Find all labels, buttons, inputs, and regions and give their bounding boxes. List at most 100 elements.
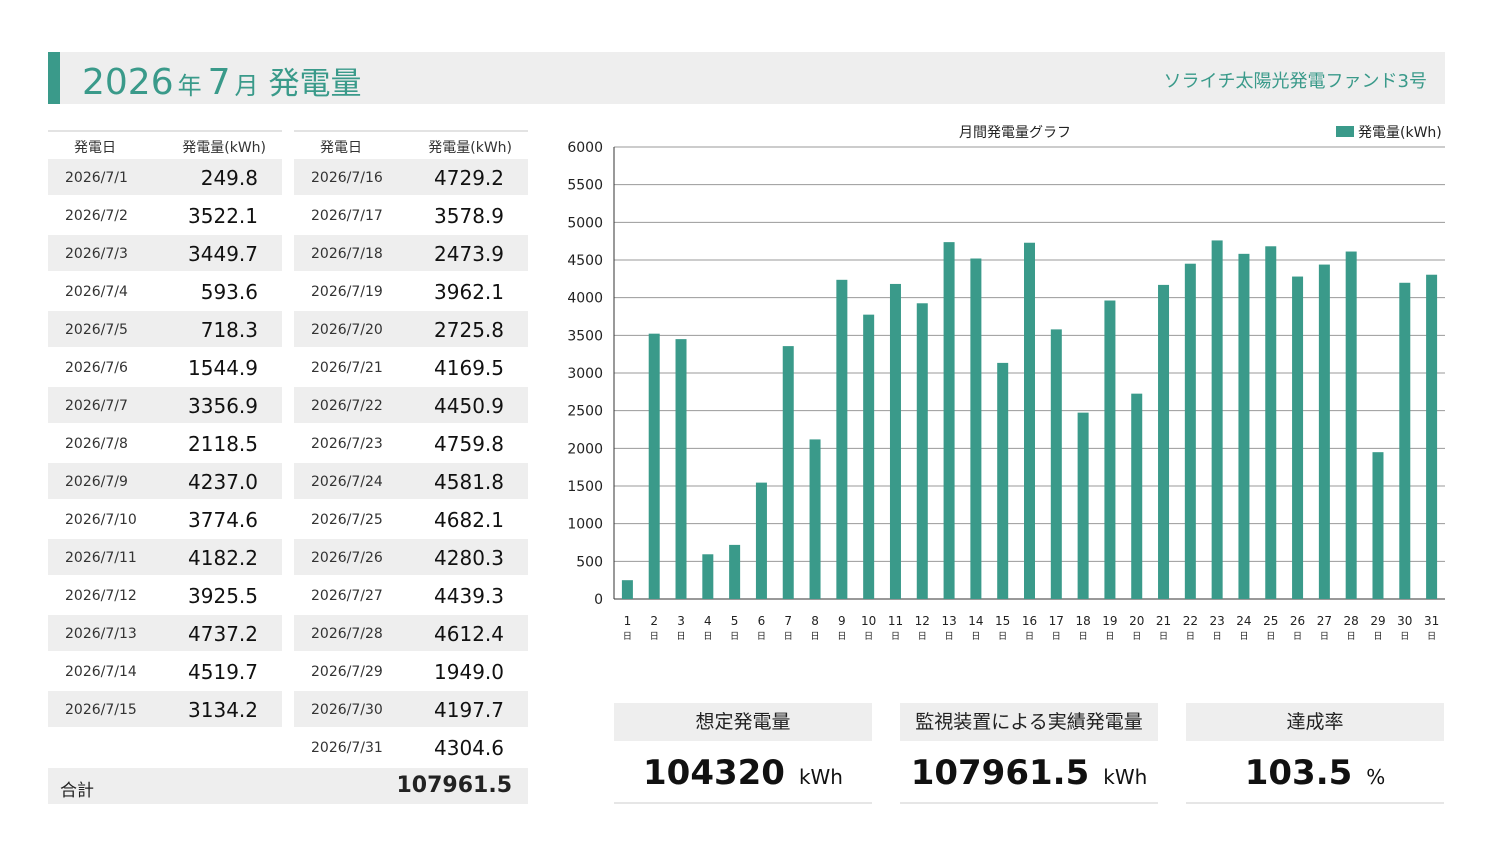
- row-date: 2026/7/24: [311, 474, 383, 490]
- table-row: 2026/7/19 3962.1: [294, 273, 528, 311]
- x-tick-day-suffix: 日: [1105, 631, 1114, 642]
- row-date: 2026/7/18: [311, 246, 383, 262]
- x-tick-label: 24: [1236, 614, 1251, 628]
- x-tick-label: 2: [650, 614, 658, 628]
- x-tick-day-suffix: 日: [891, 631, 900, 642]
- total-row: 合計 107961.5: [48, 768, 528, 804]
- actual-unit: kWh: [1103, 765, 1148, 789]
- x-tick-day-suffix: 日: [998, 631, 1007, 642]
- row-date: 2026/7/21: [311, 360, 383, 376]
- x-tick-label: 16: [1022, 614, 1037, 628]
- bar: [889, 283, 901, 599]
- row-value: 4729.2: [434, 166, 504, 190]
- row-date: 2026/7/20: [311, 322, 383, 338]
- page-header: 2026 年 7 月発電量 ソライチ太陽光発電ファンド3号: [48, 52, 1445, 104]
- header-accent-bar: [48, 52, 60, 104]
- col-date-header: 発電日: [320, 140, 362, 156]
- x-tick-day-suffix: 日: [1347, 631, 1356, 642]
- row-date: 2026/7/28: [311, 626, 383, 642]
- row-value: 4759.8: [434, 432, 504, 456]
- row-value: 3522.1: [188, 204, 258, 228]
- x-tick-day-suffix: 日: [1159, 631, 1168, 642]
- title-year-unit: 年: [177, 72, 202, 100]
- x-tick-day-suffix: 日: [1213, 631, 1222, 642]
- row-value: 4237.0: [188, 470, 258, 494]
- title-year: 2026: [82, 62, 174, 103]
- bar: [916, 303, 928, 599]
- bar: [1050, 329, 1062, 599]
- x-tick-label: 11: [888, 614, 903, 628]
- x-tick-day-suffix: 日: [837, 631, 846, 642]
- x-tick-day-suffix: 日: [1132, 631, 1141, 642]
- rate-label: 達成率: [1186, 703, 1444, 741]
- bar: [1131, 393, 1143, 599]
- row-value: 3134.2: [188, 698, 258, 722]
- row-value: 4682.1: [434, 508, 504, 532]
- expected-value: 104320: [643, 753, 785, 793]
- x-tick-label: 27: [1317, 614, 1332, 628]
- x-tick-day-suffix: 日: [1373, 631, 1382, 642]
- y-tick-label: 1500: [567, 479, 603, 495]
- x-tick-label: 15: [995, 614, 1010, 628]
- table-row: 2026/7/20 2725.8: [294, 311, 528, 349]
- bar: [1372, 452, 1384, 599]
- daily-table-left: 発電日 発電量(kWh) 2026/7/1 249.8 2026/7/2 3522.1…: [48, 130, 282, 767]
- x-tick-label: 17: [1049, 614, 1064, 628]
- table-row: 2026/7/25 4682.1: [294, 501, 528, 539]
- actual-generation-box: 監視装置による実績発電量 107961.5 kWh: [900, 703, 1158, 804]
- bar: [863, 314, 875, 599]
- x-tick-label: 29: [1370, 614, 1385, 628]
- row-date: 2026/7/9: [65, 474, 128, 490]
- col-value-header: 発電量(kWh): [428, 140, 512, 156]
- x-tick-day-suffix: 日: [1186, 631, 1195, 642]
- bar: [1426, 274, 1438, 599]
- table-row: 2026/7/22 4450.9: [294, 387, 528, 425]
- x-tick-label: 31: [1424, 614, 1439, 628]
- y-tick-label: 3000: [567, 366, 603, 382]
- achievement-rate-box: 達成率 103.5%: [1186, 703, 1444, 804]
- table-row: 2026/7/26 4280.3: [294, 539, 528, 577]
- bar: [1211, 240, 1223, 599]
- y-tick-label: 4000: [567, 291, 603, 307]
- x-tick-label: 12: [915, 614, 930, 628]
- x-tick-day-suffix: 日: [1052, 631, 1061, 642]
- y-tick-label: 6000: [567, 140, 603, 156]
- x-tick-day-suffix: 日: [1266, 631, 1275, 642]
- bar: [970, 258, 982, 599]
- row-value: 4169.5: [434, 356, 504, 380]
- row-date: 2026/7/31: [311, 740, 383, 756]
- daily-table-right: 発電日 発電量(kWh) 2026/7/16 4729.2 2026/7/17 357…: [294, 130, 528, 767]
- x-tick-day-suffix: 日: [945, 631, 954, 642]
- row-value: 2473.9: [434, 242, 504, 266]
- bar: [1238, 253, 1250, 599]
- x-tick-day-suffix: 日: [1239, 631, 1248, 642]
- bar: [1077, 412, 1089, 599]
- row-date: 2026/7/6: [65, 360, 128, 376]
- x-tick-day-suffix: 日: [623, 631, 632, 642]
- x-tick-label: 7: [784, 614, 792, 628]
- row-value: 4581.8: [434, 470, 504, 494]
- chart-title: 月間発電量グラフ: [959, 125, 1071, 141]
- title-month: 7: [207, 62, 231, 103]
- row-date: 2026/7/2: [65, 208, 128, 224]
- bar: [809, 439, 821, 599]
- row-value: 3449.7: [188, 242, 258, 266]
- bar: [702, 554, 714, 599]
- table-row: 2026/7/3 3449.7: [48, 235, 282, 273]
- table-header: 発電日 発電量(kWh): [294, 130, 528, 159]
- bar: [836, 279, 848, 599]
- row-value: 3774.6: [188, 508, 258, 532]
- x-tick-day-suffix: 日: [864, 631, 873, 642]
- row-value: 2118.5: [188, 432, 258, 456]
- expected-label: 想定発電量: [614, 703, 872, 741]
- x-tick-day-suffix: 日: [1293, 631, 1302, 642]
- table-row: 2026/7/15 3134.2: [48, 691, 282, 729]
- legend-swatch: [1336, 126, 1354, 137]
- x-tick-label: 8: [811, 614, 819, 628]
- row-date: 2026/7/16: [311, 170, 383, 186]
- table-row: 2026/7/13 4737.2: [48, 615, 282, 653]
- x-tick-label: 3: [677, 614, 685, 628]
- table-row: 2026/7/6 1544.9: [48, 349, 282, 387]
- row-date: 2026/7/17: [311, 208, 383, 224]
- rate-unit: %: [1366, 765, 1386, 789]
